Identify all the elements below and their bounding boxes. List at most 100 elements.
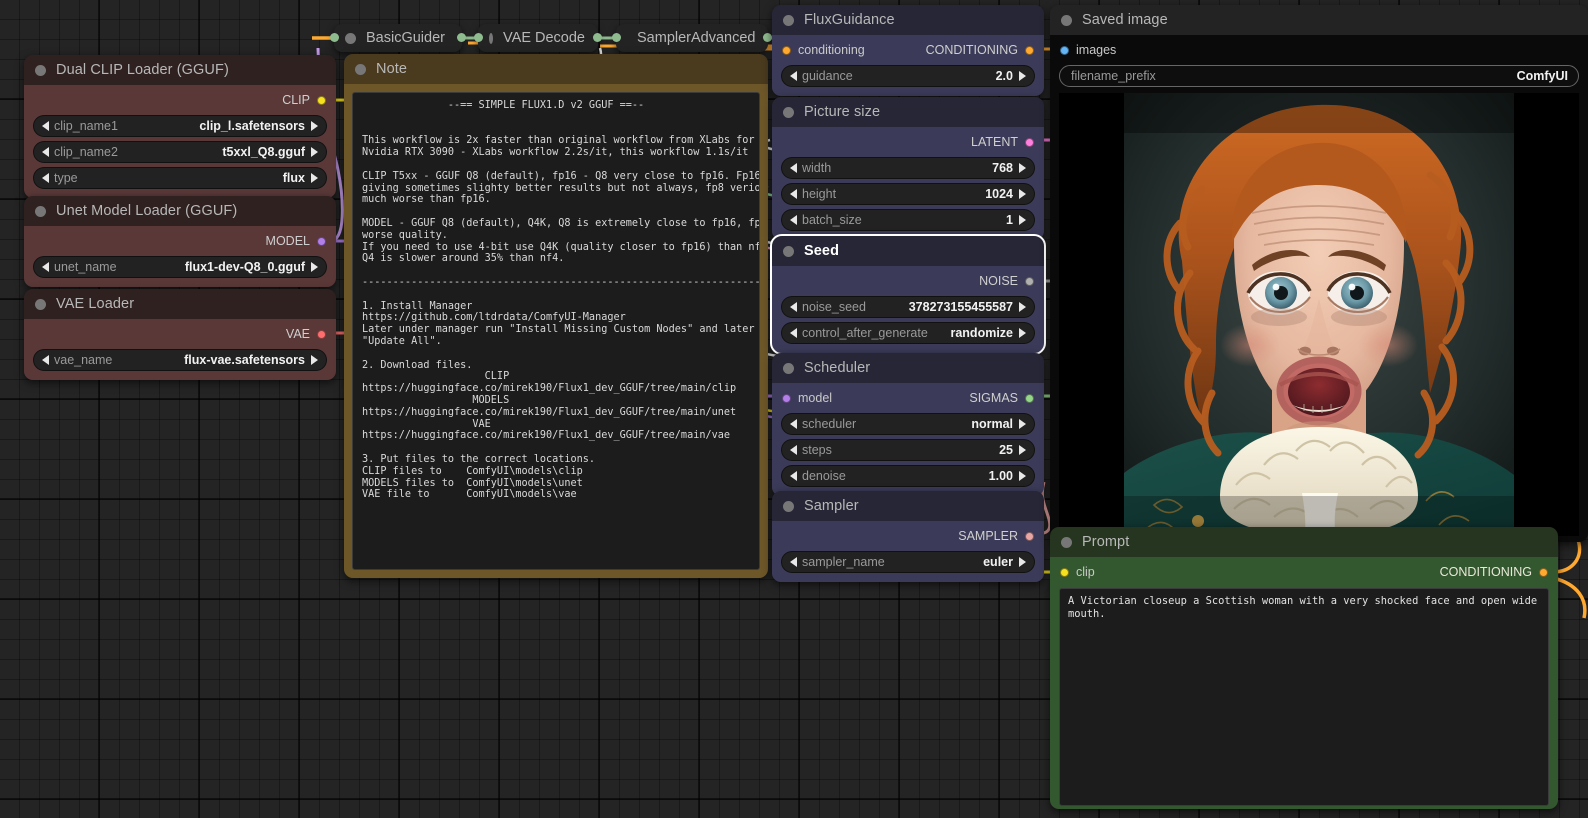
widget-unet-name[interactable]: unet_name flux1-dev-Q8_0.gguf <box>33 256 327 278</box>
node-basic-guider-collapsed[interactable]: BasicGuider <box>330 24 466 52</box>
widget-width[interactable]: width 768 <box>781 157 1035 179</box>
graph-canvas[interactable]: Dual CLIP Loader (GGUF) CLIP clip_name1 … <box>0 0 1588 818</box>
increment-arrow-icon[interactable] <box>311 121 318 131</box>
collapse-dot-icon[interactable] <box>1061 536 1072 548</box>
input-slot-model[interactable]: model <box>782 391 832 405</box>
collapse-dot-icon[interactable] <box>355 63 366 75</box>
output-slot-clip[interactable]: CLIP <box>282 93 326 107</box>
node-vae-loader[interactable]: VAE Loader VAE vae_name flux-vae.safeten… <box>24 289 336 380</box>
collapse-dot-icon[interactable] <box>783 14 794 26</box>
output-slot-noise[interactable]: NOISE <box>979 274 1034 288</box>
widget-steps[interactable]: steps 25 <box>781 439 1035 461</box>
decrement-arrow-icon[interactable] <box>42 173 49 183</box>
node-header[interactable]: Note <box>344 54 768 84</box>
increment-arrow-icon[interactable] <box>1019 71 1026 81</box>
widget-type[interactable]: type flux <box>33 167 327 189</box>
increment-arrow-icon[interactable] <box>311 173 318 183</box>
output-pin-noise[interactable] <box>1025 276 1034 286</box>
increment-arrow-icon[interactable] <box>1019 328 1026 338</box>
widget-scheduler[interactable]: scheduler normal <box>781 413 1035 435</box>
node-sampler-advanced-collapsed[interactable]: SamplerAdvanced <box>612 24 772 52</box>
output-pin-conditioning[interactable] <box>1025 45 1034 55</box>
decrement-arrow-icon[interactable] <box>790 189 797 199</box>
output-slot-conditioning[interactable]: CONDITIONING <box>1440 565 1548 579</box>
node-unet-model-loader[interactable]: Unet Model Loader (GGUF) MODEL unet_name… <box>24 196 336 287</box>
input-slot-clip[interactable]: clip <box>1060 565 1095 579</box>
output-slot-sampler[interactable]: SAMPLER <box>958 529 1034 543</box>
node-note[interactable]: Note --== SIMPLE FLUX1.D v2 GGUF ==-- Th… <box>344 54 768 578</box>
output-pin-latent[interactable] <box>1025 137 1034 147</box>
output-pin-basic-guider[interactable] <box>457 33 466 42</box>
collapse-dot-icon[interactable] <box>35 205 46 217</box>
input-pin-model[interactable] <box>782 393 791 403</box>
collapse-dot-icon[interactable] <box>1061 14 1072 26</box>
widget-sampler-name[interactable]: sampler_name euler <box>781 551 1035 573</box>
widget-vae-name[interactable]: vae_name flux-vae.safetensors <box>33 349 327 371</box>
node-sampler[interactable]: Sampler SAMPLER sampler_name euler <box>772 491 1044 582</box>
collapse-dot-icon[interactable] <box>783 362 794 374</box>
node-header[interactable]: Prompt <box>1050 527 1558 557</box>
increment-arrow-icon[interactable] <box>1019 471 1026 481</box>
decrement-arrow-icon[interactable] <box>790 215 797 225</box>
decrement-arrow-icon[interactable] <box>42 355 49 365</box>
increment-arrow-icon[interactable] <box>311 355 318 365</box>
decrement-arrow-icon[interactable] <box>790 557 797 567</box>
collapse-dot-icon[interactable] <box>35 64 46 76</box>
node-header[interactable]: Saved image <box>1050 5 1588 35</box>
decrement-arrow-icon[interactable] <box>42 121 49 131</box>
decrement-arrow-icon[interactable] <box>42 262 49 272</box>
node-header[interactable]: Scheduler <box>772 353 1044 383</box>
input-slot-conditioning[interactable]: conditioning <box>782 43 865 57</box>
node-seed[interactable]: Seed NOISE noise_seed 378273155455587 co… <box>770 234 1046 355</box>
node-flux-guidance[interactable]: FluxGuidance conditioning CONDITIONING g… <box>772 5 1044 96</box>
collapse-dot-icon[interactable] <box>345 32 356 44</box>
widget-height[interactable]: height 1024 <box>781 183 1035 205</box>
collapse-dot-icon[interactable] <box>783 106 794 118</box>
increment-arrow-icon[interactable] <box>311 147 318 157</box>
output-slot-vae[interactable]: VAE <box>286 327 326 341</box>
node-scheduler[interactable]: Scheduler model SIGMAS scheduler normal <box>772 353 1044 496</box>
node-vae-decode-collapsed[interactable]: VAE Decode <box>474 24 602 52</box>
output-pin-clip[interactable] <box>317 95 326 105</box>
decrement-arrow-icon[interactable] <box>790 445 797 455</box>
output-pin-model[interactable] <box>317 236 326 246</box>
node-header[interactable]: Dual CLIP Loader (GGUF) <box>24 55 336 85</box>
note-text[interactable]: --== SIMPLE FLUX1.D v2 GGUF ==-- This wo… <box>352 92 760 570</box>
node-header[interactable]: Unet Model Loader (GGUF) <box>24 196 336 226</box>
output-slot-conditioning[interactable]: CONDITIONING <box>926 43 1034 57</box>
decrement-arrow-icon[interactable] <box>790 328 797 338</box>
input-pin-conditioning[interactable] <box>782 45 791 55</box>
input-pin-sampler-advanced[interactable] <box>612 33 621 42</box>
prompt-textarea[interactable]: A Victorian closeup a Scottish woman wit… <box>1059 588 1549 806</box>
input-slot-images[interactable]: images <box>1060 43 1116 57</box>
output-pin-vae-decode[interactable] <box>593 33 602 42</box>
output-pin-sampler[interactable] <box>1025 531 1034 541</box>
node-header[interactable]: VAE Loader <box>24 289 336 319</box>
node-header[interactable]: Picture size <box>772 97 1044 127</box>
widget-clip-name1[interactable]: clip_name1 clip_l.safetensors <box>33 115 327 137</box>
output-pin-vae[interactable] <box>317 329 326 339</box>
widget-control-after-generate[interactable]: control_after_generate randomize <box>781 322 1035 344</box>
collapse-dot-icon[interactable] <box>35 298 46 310</box>
input-pin-clip[interactable] <box>1060 567 1069 577</box>
node-header[interactable]: FluxGuidance <box>772 5 1044 35</box>
widget-guidance[interactable]: guidance 2.0 <box>781 65 1035 87</box>
increment-arrow-icon[interactable] <box>1019 302 1026 312</box>
decrement-arrow-icon[interactable] <box>42 147 49 157</box>
widget-batch-size[interactable]: batch_size 1 <box>781 209 1035 231</box>
increment-arrow-icon[interactable] <box>1019 163 1026 173</box>
node-picture-size[interactable]: Picture size LATENT width 768 height 102… <box>772 97 1044 240</box>
node-saved-image[interactable]: Saved image images filename_prefix Comfy… <box>1050 5 1588 542</box>
widget-clip-name2[interactable]: clip_name2 t5xxl_Q8.gguf <box>33 141 327 163</box>
output-pin-sampler-advanced[interactable] <box>763 33 772 42</box>
increment-arrow-icon[interactable] <box>311 262 318 272</box>
widget-noise-seed[interactable]: noise_seed 378273155455587 <box>781 296 1035 318</box>
node-header[interactable]: Seed <box>772 236 1044 266</box>
collapse-dot-icon[interactable] <box>783 500 794 512</box>
decrement-arrow-icon[interactable] <box>790 71 797 81</box>
node-header[interactable]: Sampler <box>772 491 1044 521</box>
increment-arrow-icon[interactable] <box>1019 215 1026 225</box>
output-pin-conditioning[interactable] <box>1539 567 1548 577</box>
increment-arrow-icon[interactable] <box>1019 557 1026 567</box>
output-slot-model[interactable]: MODEL <box>266 234 326 248</box>
